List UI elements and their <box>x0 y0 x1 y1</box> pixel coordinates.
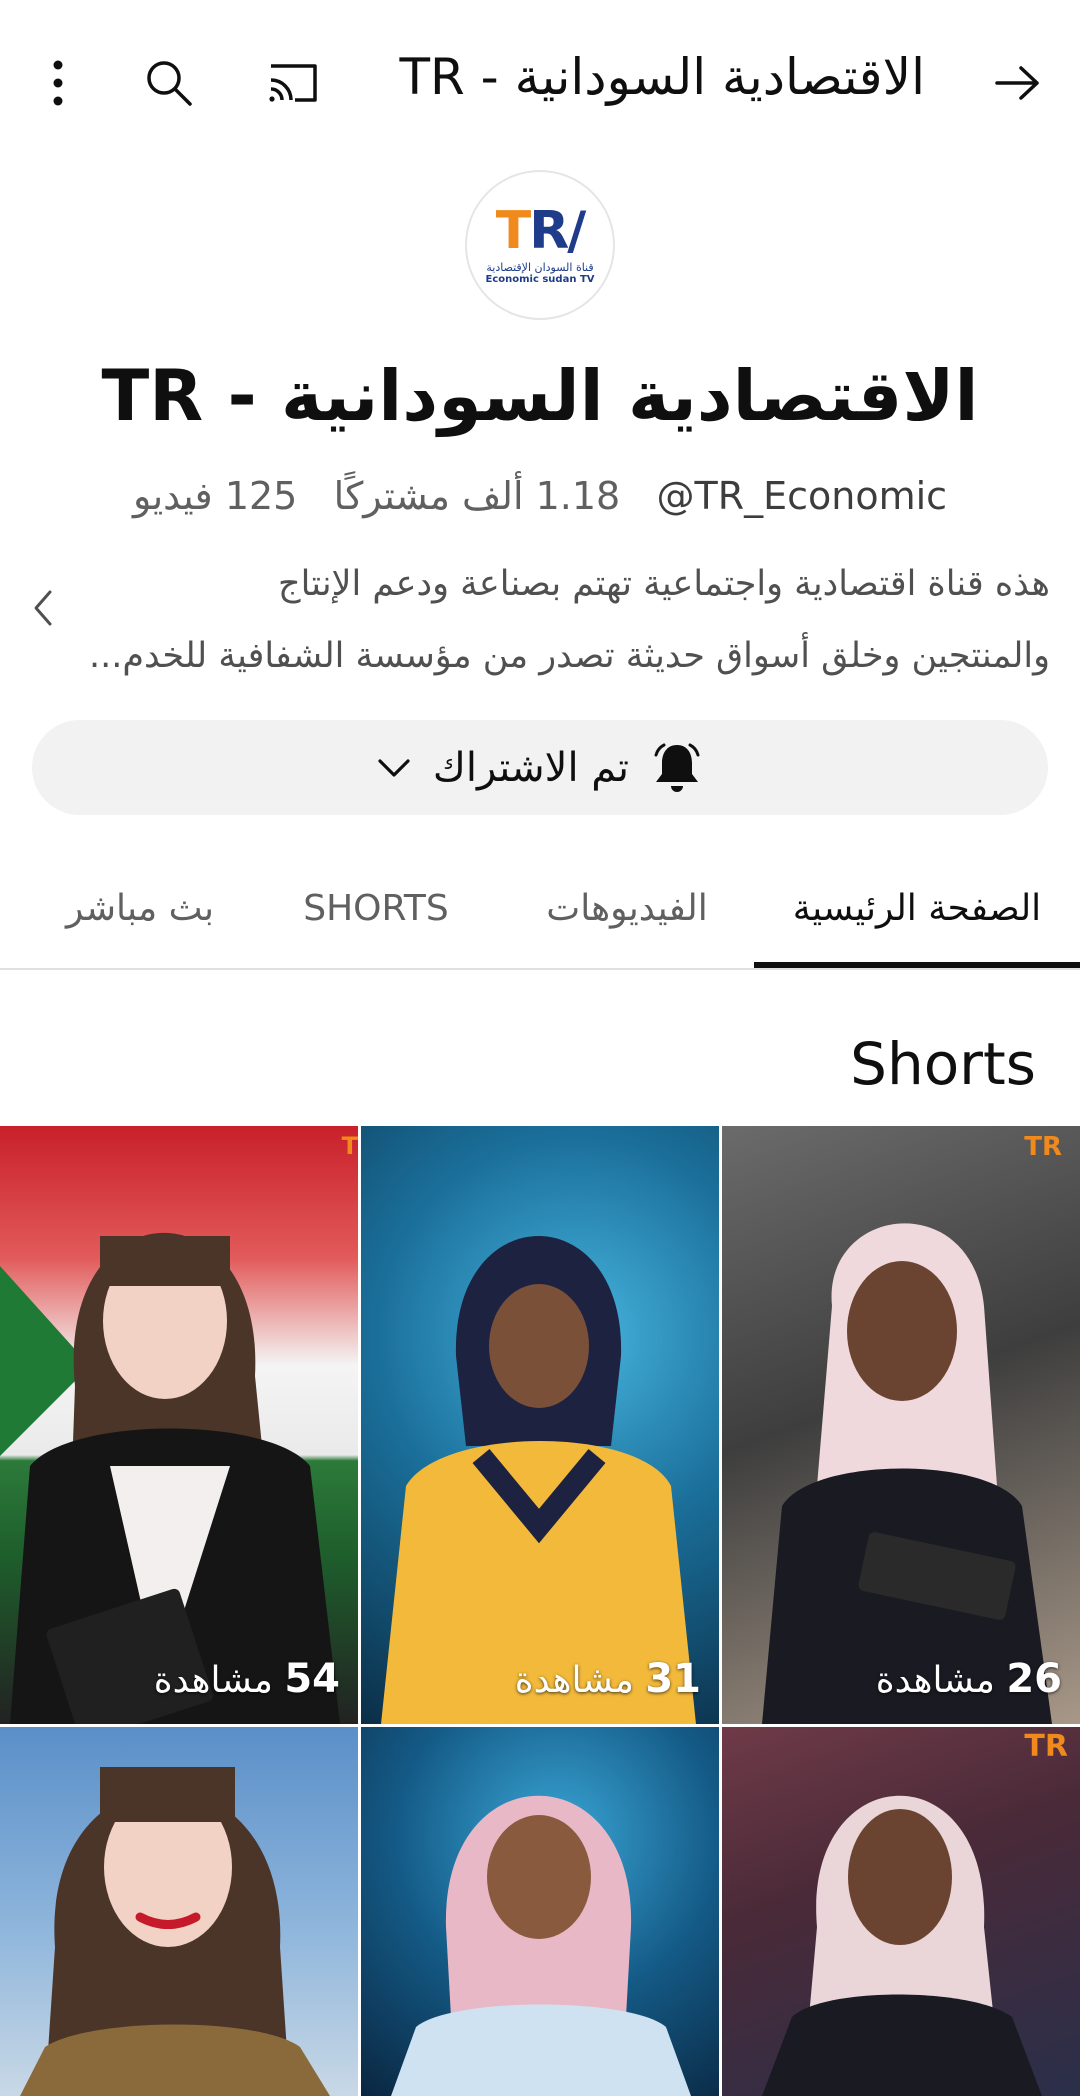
channel-tabs: الصفحة الرئيسية الفيديوهات SHORTS بث مبا… <box>0 850 1080 970</box>
cast-button[interactable] <box>262 52 324 114</box>
bell-icon <box>654 743 700 792</box>
channel-handle: @TR_Economic <box>656 474 948 518</box>
short-thumbnail[interactable]: 31 مشاهدة <box>361 1126 719 1724</box>
tab-live[interactable]: بث مباشر <box>50 850 230 966</box>
video-count: 125 فيديو <box>132 474 298 518</box>
active-tab-indicator <box>754 962 1080 968</box>
short-thumbnail[interactable] <box>0 1727 358 2096</box>
top-bar-title: الاقتصادية السودانية - TR <box>399 48 925 106</box>
logo-watermark: TR <box>1024 1729 1068 1764</box>
views-count: 54 مشاهدة <box>153 1656 340 1702</box>
subscribed-label: تم الاشتراك <box>432 744 630 791</box>
arrow-right-icon <box>994 65 1039 100</box>
logo-english-text: Economic sudan TV <box>485 274 595 285</box>
channel-avatar[interactable]: TR/ قناة السودان الإقتصادية Economic sud… <box>465 170 615 320</box>
channel-meta: 125 فيديو 1.18 ألف مشتركًا @TR_Economic <box>0 474 1080 518</box>
more-vert-icon <box>53 60 63 106</box>
search-icon <box>147 61 192 106</box>
presenter-illustration <box>391 1795 691 2096</box>
channel-logo: TR/ <box>495 201 587 261</box>
tab-shorts[interactable]: SHORTS <box>276 850 476 966</box>
presenter-illustration <box>381 1236 696 1724</box>
shorts-section-title: Shorts <box>850 1030 1036 1098</box>
cast-icon <box>269 64 317 102</box>
channel-description[interactable]: هذه قناة اقتصادية واجتماعية تهتم بصناعة … <box>80 548 1050 692</box>
short-thumbnail[interactable] <box>361 1727 719 2096</box>
presenter-illustration <box>762 1223 1052 1724</box>
back-button[interactable] <box>985 50 1050 115</box>
chevron-down-icon <box>378 758 410 777</box>
subscribed-button[interactable]: تم الاشتراك <box>32 720 1048 815</box>
short-thumbnail[interactable]: TR <box>722 1727 1080 2096</box>
views-count: 31 مشاهدة <box>514 1656 701 1702</box>
logo-watermark: TR <box>1024 1132 1062 1162</box>
more-options-button[interactable] <box>28 52 88 114</box>
top-app-bar: الاقتصادية السودانية - TR <box>0 0 1080 165</box>
tab-videos[interactable]: الفيديوهات <box>520 850 734 966</box>
description-line: هذه قناة اقتصادية واجتماعية تهتم بصناعة … <box>278 564 1050 604</box>
channel-name: الاقتصادية السودانية - TR <box>101 355 979 437</box>
views-count: 26 مشاهدة <box>875 1656 1062 1702</box>
presenter-illustration <box>0 1232 340 1724</box>
search-button[interactable] <box>138 52 200 114</box>
description-expand-button[interactable] <box>30 588 54 632</box>
description-line: والمنتجين وخلق أسواق حديثة تصدر من مؤسسة… <box>88 636 1050 676</box>
presenter-illustration <box>762 1795 1042 2096</box>
shorts-grid: TR 26 مشاهدة 31 مشاهدة T 54 مشاهدة TR <box>0 1126 1080 2096</box>
logo-arabic-text: قناة السودان الإقتصادية <box>486 261 594 274</box>
subscriber-count: 1.18 ألف مشتركًا <box>333 474 621 518</box>
logo-watermark: T <box>341 1132 358 1160</box>
chevron-left-icon <box>34 590 52 626</box>
tab-home[interactable]: الصفحة الرئيسية <box>754 850 1080 966</box>
presenter-illustration <box>20 1767 330 2096</box>
short-thumbnail[interactable]: TR 26 مشاهدة <box>722 1126 1080 1724</box>
short-thumbnail[interactable]: T 54 مشاهدة <box>0 1126 358 1724</box>
